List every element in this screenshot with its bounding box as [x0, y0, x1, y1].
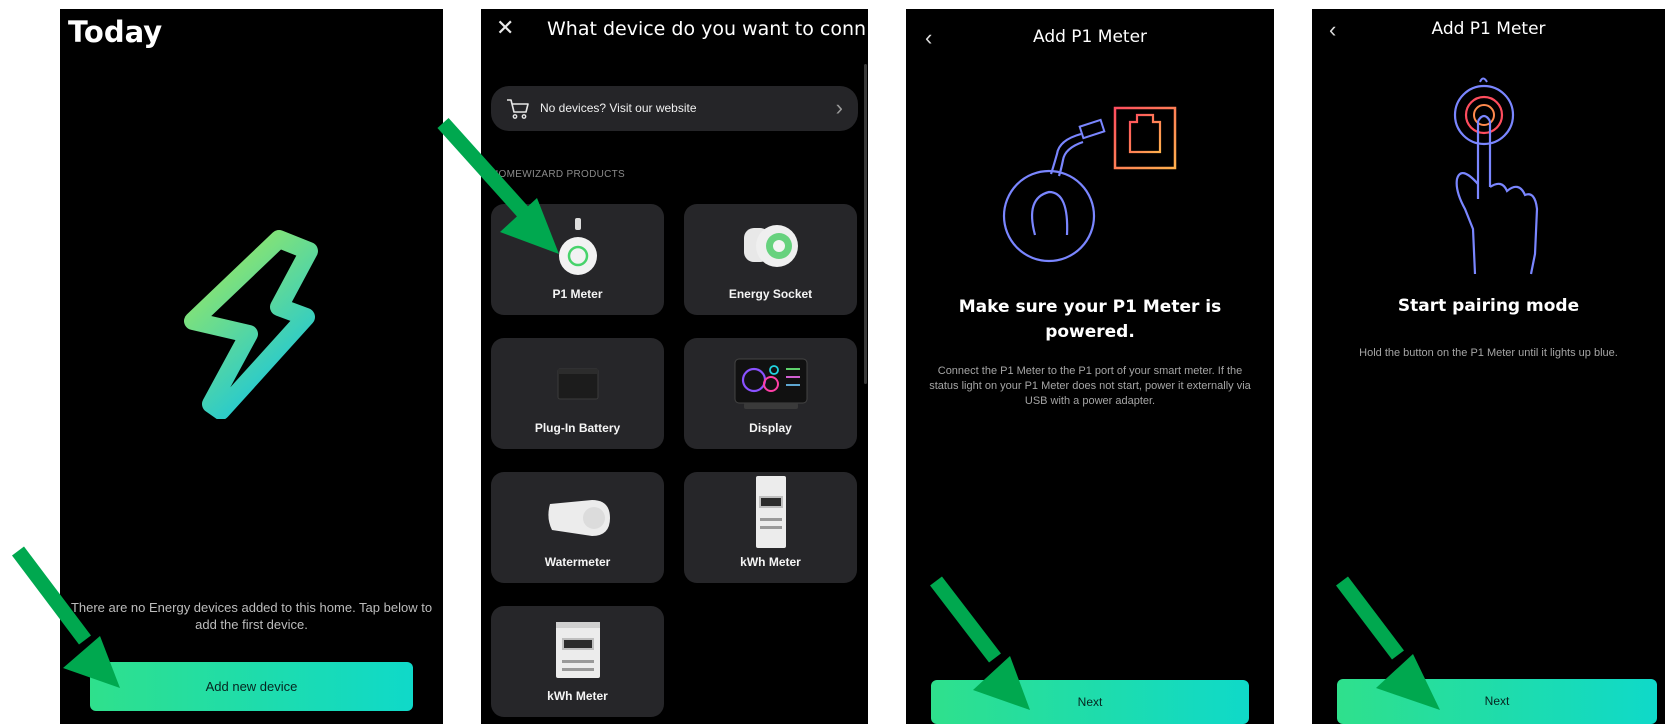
- annotation-arrow-3: [930, 576, 1030, 710]
- annotation-arrows: [12, 117, 1440, 710]
- annotation-arrow-1: [12, 546, 120, 688]
- annotation-arrow-4: [1336, 576, 1440, 710]
- annotation-arrow-2: [437, 117, 559, 254]
